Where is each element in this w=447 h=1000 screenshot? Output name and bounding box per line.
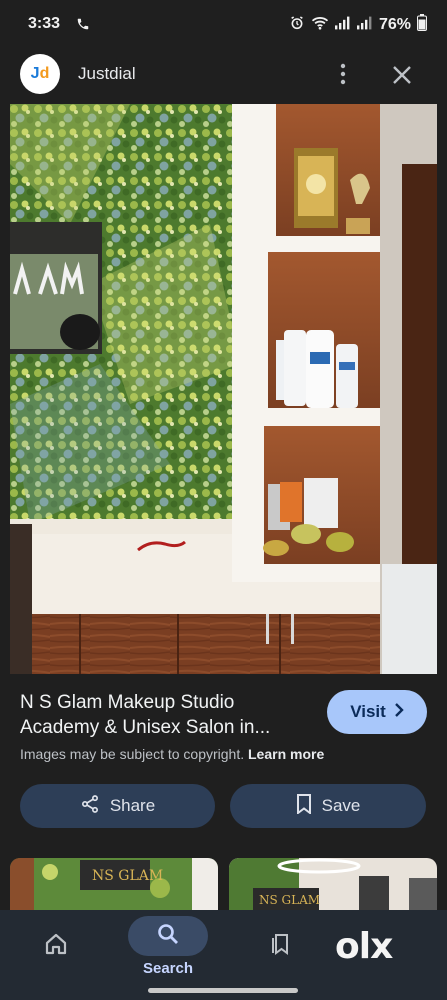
svg-text:NS GLAM: NS GLAM xyxy=(259,893,320,907)
share-button[interactable]: Share xyxy=(20,784,215,828)
home-icon[interactable] xyxy=(44,932,68,961)
related-image-thumbnail[interactable]: NS GLAM xyxy=(229,858,437,910)
status-time: 3:33 xyxy=(28,15,61,32)
search-icon xyxy=(156,922,180,951)
learn-more-link[interactable]: Learn more xyxy=(248,746,324,762)
battery-text: 76% xyxy=(378,16,411,33)
status-right-group: 76% xyxy=(289,14,427,36)
search-tab-label[interactable]: Search xyxy=(128,960,208,977)
save-button[interactable]: Save xyxy=(230,784,426,828)
signal-icon-2 xyxy=(356,16,373,35)
more-vert-icon[interactable] xyxy=(333,62,353,91)
call-icon xyxy=(76,17,90,36)
wifi-icon xyxy=(311,15,329,36)
status-bar: 3:33 76% xyxy=(0,0,447,50)
share-icon xyxy=(80,794,100,819)
chevron-right-icon xyxy=(394,702,404,722)
result-title-line-1: N S Glam Makeup Studio xyxy=(20,692,235,713)
logo-letter-j: J xyxy=(30,65,40,82)
bookmark-icon xyxy=(296,793,312,819)
save-label: Save xyxy=(321,796,361,815)
copyright-text: Images may be subject to copyright. xyxy=(20,746,245,762)
source-title: Justdial xyxy=(78,64,136,83)
signal-icon xyxy=(334,16,351,35)
share-label: Share xyxy=(109,796,156,815)
battery-icon xyxy=(417,14,427,36)
alarm-icon xyxy=(289,15,305,36)
main-result-image[interactable] xyxy=(10,104,437,674)
bottom-navigation: Search olx xyxy=(0,910,447,1000)
svg-text:NS GLAM: NS GLAM xyxy=(92,868,163,884)
copyright-notice: Images may be subject to copyright. Lear… xyxy=(20,746,324,762)
collections-icon[interactable] xyxy=(268,932,292,961)
app-header: Jd Justdial xyxy=(0,50,447,100)
logo-letter-d: d xyxy=(39,65,50,82)
visit-label: Visit xyxy=(350,702,386,721)
visit-button[interactable]: Visit xyxy=(327,690,427,734)
related-image-thumbnail[interactable]: NS GLAM xyxy=(10,858,218,910)
search-tab[interactable] xyxy=(128,916,208,956)
olx-watermark-logo: olx xyxy=(335,926,393,967)
result-title-line-2: Academy & Unisex Salon in... xyxy=(20,717,271,738)
justdial-logo: Jd xyxy=(20,54,60,94)
result-title[interactable]: N S Glam Makeup Studio Academy & Unisex … xyxy=(20,690,320,740)
close-icon[interactable] xyxy=(389,62,415,93)
gesture-home-bar[interactable] xyxy=(148,988,298,993)
